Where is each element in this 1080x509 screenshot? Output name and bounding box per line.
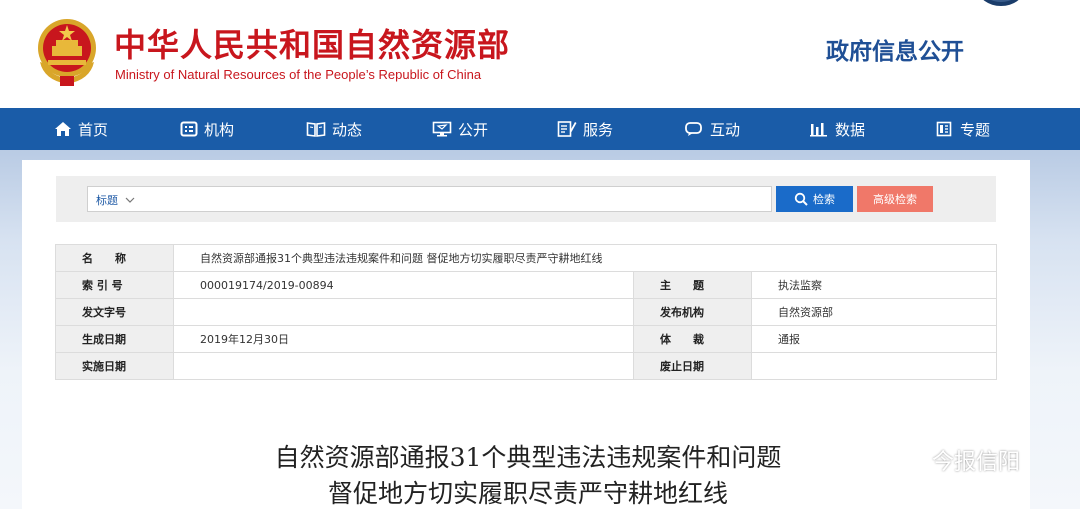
bar-chart-icon	[810, 123, 827, 137]
nav-label: 首页	[78, 120, 109, 139]
table-row: 发文字号 发布机构 自然资源部	[55, 298, 998, 326]
wechat-watermark: 今报信阳	[888, 444, 1020, 476]
effective-date-value	[173, 352, 634, 380]
nav-label: 机构	[204, 120, 235, 139]
expiry-date-value	[750, 352, 998, 380]
search-icon	[794, 192, 808, 206]
search-type-label: 标题	[96, 194, 118, 207]
nav-item-service[interactable]: 服务	[557, 108, 613, 150]
nav-item-open[interactable]: 公开	[432, 108, 488, 150]
main-nav: 首页 机构 动态 公开 服务 互动 数据 专题	[0, 108, 1080, 150]
search-input[interactable]	[87, 186, 772, 212]
table-row: 索 引 号 000019174/2019-00894 主 题 执法监察	[55, 271, 998, 299]
wechat-icon	[889, 446, 924, 474]
corner-badge	[978, 0, 1024, 6]
advanced-search-button[interactable]: 高级检索	[857, 186, 933, 212]
table-row: 生成日期 2019年12月30日 体 裁 通报	[55, 325, 998, 353]
site-title: 中华人民共和国自然资源部	[114, 26, 511, 64]
nav-item-interact[interactable]: 互动	[684, 108, 740, 150]
nav-item-data[interactable]: 数据	[809, 108, 865, 150]
watermark-text: 今报信阳	[932, 450, 1021, 475]
nav-item-news[interactable]: 动态	[306, 108, 362, 150]
search-button-label: 检索	[813, 193, 835, 206]
search-type-select[interactable]: 标题	[96, 192, 135, 208]
gov-info-disclosure-link[interactable]: 政府信息公开	[826, 32, 964, 66]
effective-date-label: 实施日期	[55, 352, 174, 380]
created-date-label: 生成日期	[55, 325, 174, 353]
nav-label: 公开	[458, 120, 489, 139]
nav-label: 数据	[835, 120, 866, 139]
nav-item-org[interactable]: 机构	[180, 108, 234, 150]
nav-label: 互动	[710, 120, 741, 139]
topic-label: 主 题	[633, 271, 752, 299]
index-label: 索 引 号	[55, 271, 174, 299]
name-label: 名 称	[55, 244, 174, 272]
book-icon	[306, 122, 326, 137]
national-emblem-icon[interactable]	[34, 16, 100, 88]
edit-icon	[557, 121, 577, 137]
document-info-table: 名 称 自然资源部通报31个典型违法违规案件和问题 督促地方切实履职尽责严守耕地…	[55, 244, 998, 380]
publisher-label: 发布机构	[633, 298, 752, 326]
table-row: 实施日期 废止日期	[55, 352, 998, 380]
publisher-value: 自然资源部	[750, 298, 998, 326]
site-header: 中华人民共和国自然资源部 Ministry of Natural Resourc…	[0, 0, 1080, 108]
table-row: 名 称 自然资源部通报31个典型违法违规案件和问题 督促地方切实履职尽责严守耕地…	[55, 244, 998, 272]
document-icon	[936, 121, 952, 137]
search-button[interactable]: 检索	[776, 186, 853, 212]
nav-item-topics[interactable]: 专题	[936, 108, 990, 150]
org-icon	[180, 121, 198, 137]
nav-label: 动态	[332, 120, 363, 139]
created-date-value: 2019年12月30日	[173, 325, 634, 353]
nav-label: 服务	[583, 120, 614, 139]
doc-number-label: 发文字号	[55, 298, 174, 326]
genre-label: 体 裁	[633, 325, 752, 353]
name-value: 自然资源部通报31个典型违法违规案件和问题 督促地方切实履职尽责严守耕地红线	[172, 244, 998, 272]
chevron-down-icon	[125, 197, 134, 203]
topic-value: 执法监察	[750, 271, 998, 299]
home-icon	[55, 122, 71, 136]
index-value: 000019174/2019-00894	[173, 271, 634, 299]
nav-item-home[interactable]: 首页	[54, 108, 108, 150]
nav-label: 专题	[960, 120, 991, 139]
doc-number-value	[173, 298, 634, 326]
expiry-date-label: 废止日期	[633, 352, 752, 380]
site-subtitle: Ministry of Natural Resources of the Peo…	[115, 67, 482, 82]
chat-icon	[685, 122, 702, 136]
article-title-line-2: 督促地方切实履职尽责严守耕地红线	[327, 479, 728, 508]
monitor-icon	[432, 121, 452, 137]
genre-value: 通报	[750, 325, 998, 353]
